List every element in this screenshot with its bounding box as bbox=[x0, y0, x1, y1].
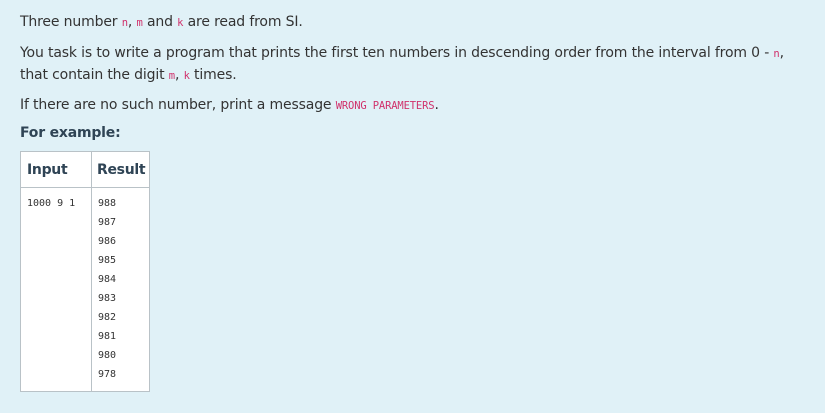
error-message-code: WRONG PARAMETERS bbox=[335, 100, 435, 112]
example-table: Input Result 1000 9 1 988 987 986 985 98… bbox=[20, 151, 151, 392]
example-heading: For example: bbox=[20, 125, 121, 141]
result-cell: 988 987 986 985 984 983 982 981 980 978 bbox=[90, 187, 151, 392]
statement-text: times. bbox=[189, 67, 237, 83]
input-value: 1000 9 1 bbox=[27, 198, 76, 209]
example-row: 1000 9 1 988 987 986 985 984 983 982 981… bbox=[20, 187, 151, 392]
statement-text: If there are no such number, print a mes… bbox=[20, 97, 336, 113]
example-header-row: Input Result bbox=[20, 151, 151, 188]
statement-text: , bbox=[174, 67, 184, 83]
statement-text: and bbox=[142, 14, 178, 30]
result-column-header: Result bbox=[90, 151, 151, 188]
statement-text: You task is to write a program that prin… bbox=[20, 45, 774, 61]
statement-line-error: If there are no such number, print a mes… bbox=[20, 95, 810, 117]
statement-line-inputs: Three number n, m and k are read from SI… bbox=[20, 12, 810, 34]
statement-text: Three number bbox=[20, 14, 122, 30]
statement-line-task: You task is to write a program that prin… bbox=[20, 43, 810, 87]
result-value: 988 987 986 985 984 983 982 981 980 978 bbox=[98, 198, 117, 380]
input-column-header: Input bbox=[20, 151, 92, 188]
statement-text: . bbox=[434, 97, 439, 113]
statement-text: are read from SI. bbox=[183, 14, 303, 30]
input-cell: 1000 9 1 bbox=[20, 187, 92, 392]
problem-statement: Three number n, m and k are read from SI… bbox=[20, 12, 810, 392]
